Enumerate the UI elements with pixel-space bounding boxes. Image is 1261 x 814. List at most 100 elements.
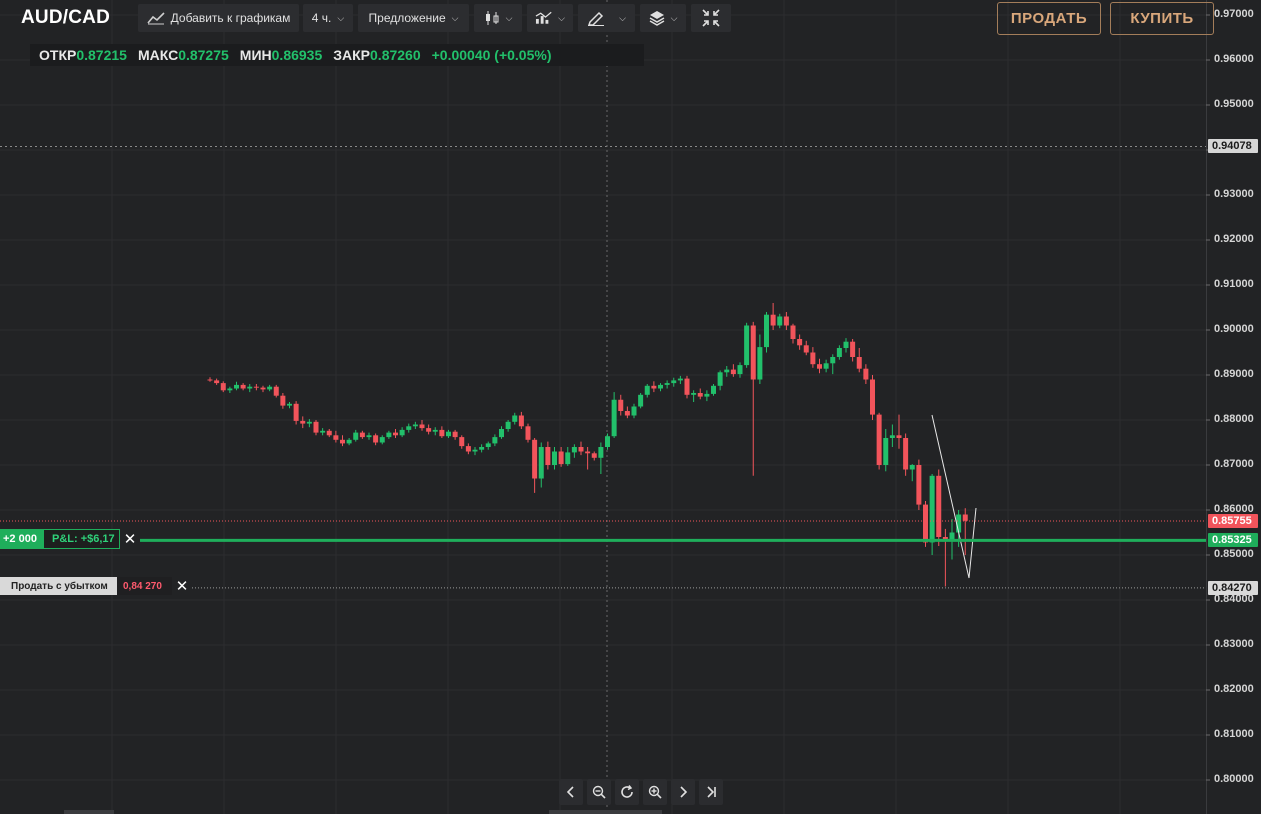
reset-zoom-button[interactable] (615, 779, 639, 805)
crosshair-price-tag: 0.94078 (1208, 139, 1258, 154)
candle-body (830, 357, 836, 364)
chevron-down-icon: ⌵ (337, 12, 345, 23)
candle-body (287, 403, 292, 406)
candle-body (578, 447, 584, 452)
candle-body (227, 388, 233, 391)
candle-body (585, 451, 591, 454)
candle-body (406, 426, 412, 430)
candle-body (929, 475, 935, 543)
scroll-left-button[interactable] (559, 779, 583, 805)
chart-navigation (559, 779, 723, 805)
candle-body (366, 435, 372, 438)
close-position-icon[interactable]: ✕ (120, 529, 140, 549)
chevron-down-icon: ⌵ (619, 12, 626, 23)
candle-body (492, 437, 498, 444)
candle-body (459, 437, 465, 447)
candle-body (770, 314, 776, 326)
candle-body (386, 432, 392, 438)
candle-body (472, 449, 478, 452)
candle-body (505, 421, 511, 429)
chevron-down-icon: ⌵ (558, 12, 565, 23)
candle-body (432, 429, 438, 432)
stop-loss-label: Продать с убытком (0, 577, 117, 595)
chevron-right-icon (680, 786, 688, 798)
stop-loss-price: 0,84 270 (117, 577, 172, 595)
candle-body (896, 435, 902, 438)
chart-type-dropdown[interactable]: ⌵ (474, 4, 522, 32)
candle-body (419, 424, 425, 429)
chevron-down-icon: ⌵ (451, 12, 459, 23)
draw-tools-dropdown[interactable]: ⌵ (578, 4, 635, 32)
close-label: ЗАКР (333, 47, 371, 63)
candle-body (538, 447, 544, 479)
buy-button[interactable]: КУПИТЬ (1110, 2, 1214, 35)
position-line-widget[interactable]: +2 000 P&L: +$6,17 ✕ (0, 529, 140, 549)
candle-body (843, 341, 849, 348)
candle-body (399, 429, 405, 436)
low-label: МИН (239, 47, 272, 63)
candle-body (711, 385, 716, 394)
axis-tick-label: 0.85000 (1214, 548, 1254, 560)
zoom-in-button[interactable] (643, 779, 667, 805)
candle-body (532, 439, 538, 479)
candle-body (810, 352, 816, 365)
candle-body (923, 504, 928, 543)
indicators-icon (535, 11, 552, 24)
indicators-dropdown[interactable]: ⌵ (527, 4, 573, 32)
candle-body (499, 429, 504, 438)
candle-body (850, 341, 856, 357)
candle-body (724, 369, 730, 373)
chevron-left-icon (566, 786, 574, 798)
layers-dropdown[interactable]: ⌵ (640, 4, 686, 32)
candle-body (651, 385, 657, 389)
candle-body (624, 411, 630, 416)
symbol-title: AUD/CAD (21, 7, 111, 28)
candle-body (717, 372, 723, 386)
candle-body (797, 339, 803, 346)
price-chart[interactable] (0, 0, 1261, 814)
candle-body (280, 395, 286, 406)
zoom-out-button[interactable] (587, 779, 611, 805)
candle-body (393, 432, 398, 436)
candle-body (346, 439, 352, 444)
axis-tick-label: 0.90000 (1214, 323, 1254, 335)
candle-body (267, 386, 273, 390)
candle-body (379, 437, 385, 443)
axis-tick-label: 0.93000 (1214, 188, 1254, 200)
candle-body (479, 447, 485, 450)
candle-body (426, 428, 432, 432)
candlestick-icon (485, 11, 499, 25)
add-to-charts-button[interactable]: Добавить к графикам (138, 4, 299, 32)
open-label: ОТКР (39, 47, 77, 63)
time-scrollbar-left[interactable] (64, 810, 114, 814)
candle-body (214, 380, 220, 384)
refresh-icon (621, 785, 633, 798)
scroll-right-button[interactable] (671, 779, 695, 805)
go-to-latest-button[interactable] (699, 779, 723, 805)
candle-body (525, 426, 531, 440)
candle-body (836, 348, 842, 357)
timeframe-dropdown[interactable]: 4 ч. ⌵ (303, 4, 353, 32)
candle-body (485, 443, 491, 447)
candle-body (452, 431, 458, 438)
candle-body (598, 447, 604, 458)
candle-body (313, 421, 319, 433)
price-type-dropdown[interactable]: Предложение ⌵ (358, 4, 469, 32)
candle-body (611, 399, 617, 437)
axis-tick-label: 0.81000 (1214, 728, 1254, 740)
collapse-button[interactable] (691, 4, 731, 32)
candle-body (658, 384, 663, 389)
candle-body (856, 357, 862, 369)
collapse-icon (702, 9, 720, 27)
axis-tick-label: 0.87000 (1214, 458, 1254, 470)
stop-loss-widget[interactable]: Продать с убытком 0,84 270 ✕ (0, 577, 192, 595)
close-value: 0.87260 (370, 47, 421, 63)
candle-body (870, 379, 875, 415)
time-scrollbar[interactable] (549, 810, 662, 814)
close-stop-loss-icon[interactable]: ✕ (172, 577, 192, 595)
chart-add-icon (147, 12, 165, 25)
candle-body (823, 363, 829, 369)
candle-body (518, 415, 524, 427)
candle-body (737, 365, 743, 375)
sell-button[interactable]: ПРОДАТЬ (997, 2, 1101, 35)
